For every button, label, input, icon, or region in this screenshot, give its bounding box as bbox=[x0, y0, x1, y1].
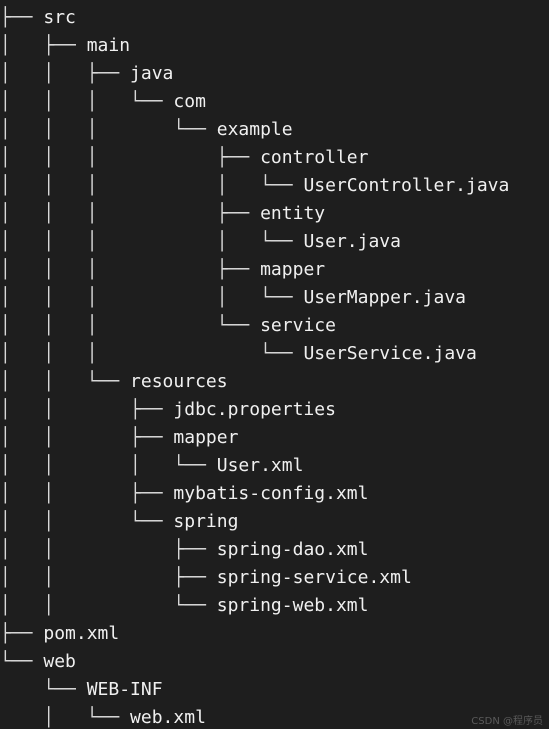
tree-entry-name: UserController.java bbox=[303, 175, 510, 196]
tree-line: ├── pom.xml bbox=[0, 620, 119, 648]
tree-guide: │ │ └── bbox=[0, 595, 217, 616]
tree-guide: │ └── bbox=[0, 707, 131, 728]
tree-guide: └── bbox=[0, 651, 44, 672]
tree-guide: ├── bbox=[0, 623, 44, 644]
tree-line: │ └── web.xml bbox=[0, 704, 206, 729]
tree-entry-name: pom.xml bbox=[43, 623, 120, 644]
tree-entry-name: spring-dao.xml bbox=[216, 539, 369, 560]
tree-line: │ │ └── spring bbox=[0, 508, 238, 536]
tree-guide: │ │ │ └── bbox=[0, 455, 217, 476]
tree-guide: │ │ │ ├── bbox=[0, 259, 261, 280]
tree-line: │ │ │ └── service bbox=[0, 312, 336, 340]
tree-entry-name: com bbox=[173, 91, 206, 112]
tree-line: │ │ └── resources bbox=[0, 368, 228, 396]
tree-entry-name: entity bbox=[260, 203, 326, 224]
watermark: CSDN @程序员 bbox=[471, 716, 543, 727]
tree-entry-name: jdbc.properties bbox=[173, 399, 336, 420]
tree-line: │ ├── main bbox=[0, 32, 130, 60]
tree-entry-name: WEB-INF bbox=[86, 679, 163, 700]
tree-entry-name: UserService.java bbox=[303, 343, 477, 364]
tree-line: └── web bbox=[0, 648, 76, 676]
tree-guide: │ │ │ └── bbox=[0, 91, 174, 112]
tree-entry-name: User.xml bbox=[216, 455, 304, 476]
tree-line: │ │ ├── spring-service.xml bbox=[0, 564, 412, 592]
tree-entry-name: java bbox=[130, 63, 174, 84]
tree-line: │ │ │ ├── controller bbox=[0, 144, 368, 172]
tree-line: │ │ │ └── User.xml bbox=[0, 452, 303, 480]
tree-line: │ │ ├── mapper bbox=[0, 424, 238, 452]
tree-guide: │ │ ├── bbox=[0, 63, 131, 84]
tree-entry-name: spring-service.xml bbox=[216, 567, 412, 588]
tree-guide: │ │ ├── bbox=[0, 539, 217, 560]
terminal-output: ├── src │ ├── main │ │ ├── java │ │ │ └── c… bbox=[0, 0, 549, 729]
tree-line: │ │ │ ├── entity bbox=[0, 200, 325, 228]
tree-guide: │ │ ├── bbox=[0, 427, 174, 448]
tree-line: └── WEB-INF bbox=[0, 676, 163, 704]
tree-line: │ │ │ │ └── UserController.java bbox=[0, 172, 509, 200]
tree-line: │ │ └── spring-web.xml bbox=[0, 592, 368, 620]
tree-guide: │ │ │ └── bbox=[0, 119, 217, 140]
tree-entry-name: mapper bbox=[260, 259, 326, 280]
tree-line: ├── src bbox=[0, 4, 76, 32]
tree-line: │ │ │ └── com bbox=[0, 88, 206, 116]
tree-entry-name: resources bbox=[130, 371, 228, 392]
tree-entry-name: User.java bbox=[303, 231, 401, 252]
tree-guide: │ │ │ │ └── bbox=[0, 231, 304, 252]
tree-entry-name: web.xml bbox=[130, 707, 206, 728]
tree-guide: │ │ │ ├── bbox=[0, 147, 261, 168]
tree-guide: │ │ └── bbox=[0, 511, 174, 532]
tree-line: │ │ │ ├── mapper bbox=[0, 256, 325, 284]
tree-guide: │ │ │ │ └── bbox=[0, 175, 304, 196]
tree-guide: │ │ │ ├── bbox=[0, 203, 261, 224]
tree-line: │ │ ├── mybatis-config.xml bbox=[0, 480, 368, 508]
tree-entry-name: service bbox=[260, 315, 336, 336]
tree-guide: └── bbox=[0, 679, 87, 700]
tree-entry-name: controller bbox=[260, 147, 369, 168]
tree-guide: │ │ ├── bbox=[0, 483, 174, 504]
tree-entry-name: example bbox=[216, 119, 293, 140]
tree-guide: │ │ │ └── bbox=[0, 343, 304, 364]
tree-guide: │ │ └── bbox=[0, 371, 131, 392]
tree-line: │ │ ├── java bbox=[0, 60, 173, 88]
tree-line: │ │ │ │ └── UserMapper.java bbox=[0, 284, 466, 312]
tree-guide: │ ├── bbox=[0, 35, 87, 56]
tree-guide: │ │ ├── bbox=[0, 567, 217, 588]
tree-entry-name: UserMapper.java bbox=[303, 287, 466, 308]
tree-guide: │ │ │ └── bbox=[0, 315, 261, 336]
tree-entry-name: src bbox=[43, 7, 76, 28]
tree-guide: │ │ │ │ └── bbox=[0, 287, 304, 308]
tree-line: │ │ ├── jdbc.properties bbox=[0, 396, 336, 424]
tree-entry-name: mybatis-config.xml bbox=[173, 483, 369, 504]
tree-line: │ │ │ │ └── User.java bbox=[0, 228, 401, 256]
tree-guide: │ │ ├── bbox=[0, 399, 174, 420]
tree-entry-name: main bbox=[86, 35, 131, 56]
tree-guide: ├── bbox=[0, 7, 44, 28]
tree-entry-name: spring bbox=[173, 511, 239, 532]
tree-line: │ │ │ └── example bbox=[0, 116, 293, 144]
tree-entry-name: mapper bbox=[173, 427, 239, 448]
tree-line: │ │ ├── spring-dao.xml bbox=[0, 536, 368, 564]
tree-entry-name: spring-web.xml bbox=[216, 595, 369, 616]
tree-line: │ │ │ └── UserService.java bbox=[0, 340, 477, 368]
tree-entry-name: web bbox=[43, 651, 76, 672]
